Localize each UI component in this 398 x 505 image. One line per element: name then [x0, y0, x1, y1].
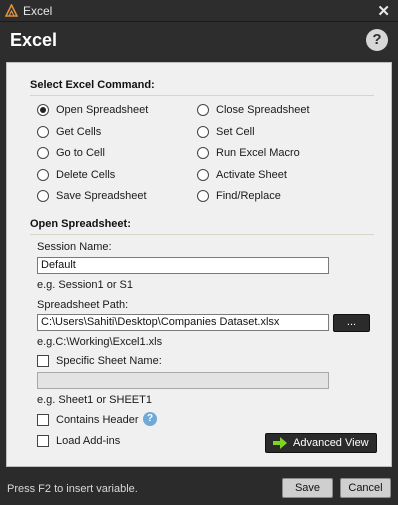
path-hint: e.g.C:\Working\Excel1.xls: [37, 336, 163, 348]
page-title: Excel: [10, 30, 58, 50]
sheet-name-input[interactable]: [37, 372, 329, 389]
help-icon[interactable]: ?: [366, 29, 388, 51]
command-section-title: Select Excel Command:: [30, 79, 155, 91]
radio-dot[interactable]: [37, 169, 49, 181]
radio-label: Open Spreadsheet: [56, 104, 149, 116]
radio-run-excel-macro[interactable]: Run Excel Macro: [197, 146, 300, 160]
info-icon[interactable]: ?: [143, 412, 157, 426]
session-hint: e.g. Session1 or S1: [37, 279, 134, 291]
radio-dot[interactable]: [197, 190, 209, 202]
header: Excel ?: [0, 22, 398, 60]
radio-find-replace[interactable]: Find/Replace: [197, 189, 281, 203]
radio-dot[interactable]: [37, 147, 49, 159]
checkbox-label: Specific Sheet Name:: [56, 354, 162, 367]
checkbox-box[interactable]: [37, 434, 49, 447]
radio-dot[interactable]: [197, 169, 209, 181]
close-icon[interactable]: ✕: [377, 2, 390, 20]
radio-label: Run Excel Macro: [216, 147, 300, 159]
radio-dot[interactable]: [37, 126, 49, 138]
radio-dot[interactable]: [197, 147, 209, 159]
cancel-button[interactable]: Cancel: [340, 478, 391, 498]
window-title: Excel: [23, 4, 53, 18]
radio-close-spreadsheet[interactable]: Close Spreadsheet: [197, 103, 310, 117]
footer-hint: Press F2 to insert variable.: [7, 483, 138, 495]
radio-dot[interactable]: [197, 126, 209, 138]
sheet-hint: e.g. Sheet1 or SHEET1: [37, 394, 152, 406]
radio-dot[interactable]: [37, 104, 49, 116]
browse-button[interactable]: ...: [333, 314, 370, 332]
section-divider: [30, 234, 374, 235]
radio-save-spreadsheet[interactable]: Save Spreadsheet: [37, 189, 147, 203]
spreadsheet-path-input[interactable]: C:\Users\Sahiti\Desktop\Companies Datase…: [37, 314, 329, 331]
excel-app-icon: [5, 4, 18, 17]
save-button[interactable]: Save: [282, 478, 333, 498]
session-name-label: Session Name:: [37, 241, 112, 253]
radio-get-cells[interactable]: Get Cells: [37, 125, 101, 139]
radio-dot[interactable]: [37, 190, 49, 202]
radio-dot[interactable]: [197, 104, 209, 116]
radio-delete-cells[interactable]: Delete Cells: [37, 168, 115, 182]
radio-label: Go to Cell: [56, 147, 105, 159]
checkbox-label: Load Add-ins: [56, 434, 121, 447]
radio-set-cell[interactable]: Set Cell: [197, 125, 255, 139]
radio-label: Close Spreadsheet: [216, 104, 310, 116]
radio-label: Delete Cells: [56, 169, 116, 181]
radio-label: Save Spreadsheet: [56, 190, 147, 202]
radio-label: Set Cell: [216, 126, 255, 138]
advanced-view-label: Advanced View: [293, 437, 369, 449]
radio-open-spreadsheet[interactable]: Open Spreadsheet: [37, 103, 148, 117]
title-bar: Excel ✕: [0, 0, 398, 22]
checkbox-label: Contains Header: [56, 413, 139, 426]
main-panel: Select Excel Command: Open Spreadsheet G…: [6, 62, 392, 467]
open-section-title: Open Spreadsheet:: [30, 218, 131, 230]
arrow-right-icon: [273, 437, 287, 449]
radio-label: Activate Sheet: [216, 169, 287, 181]
session-name-input[interactable]: Default: [37, 257, 329, 274]
section-divider: [30, 95, 374, 96]
checkbox-box[interactable]: [37, 413, 49, 426]
spreadsheet-path-label: Spreadsheet Path:: [37, 299, 129, 311]
radio-go-to-cell[interactable]: Go to Cell: [37, 146, 105, 160]
advanced-view-button[interactable]: Advanced View: [265, 433, 377, 453]
radio-label: Find/Replace: [216, 190, 281, 202]
specific-sheet-checkbox[interactable]: Specific Sheet Name:: [37, 354, 162, 367]
checkbox-box[interactable]: [37, 354, 49, 367]
radio-label: Get Cells: [56, 126, 102, 138]
load-addins-checkbox[interactable]: Load Add-ins: [37, 434, 120, 447]
contains-header-checkbox[interactable]: Contains Header: [37, 413, 139, 426]
radio-activate-sheet[interactable]: Activate Sheet: [197, 168, 287, 182]
